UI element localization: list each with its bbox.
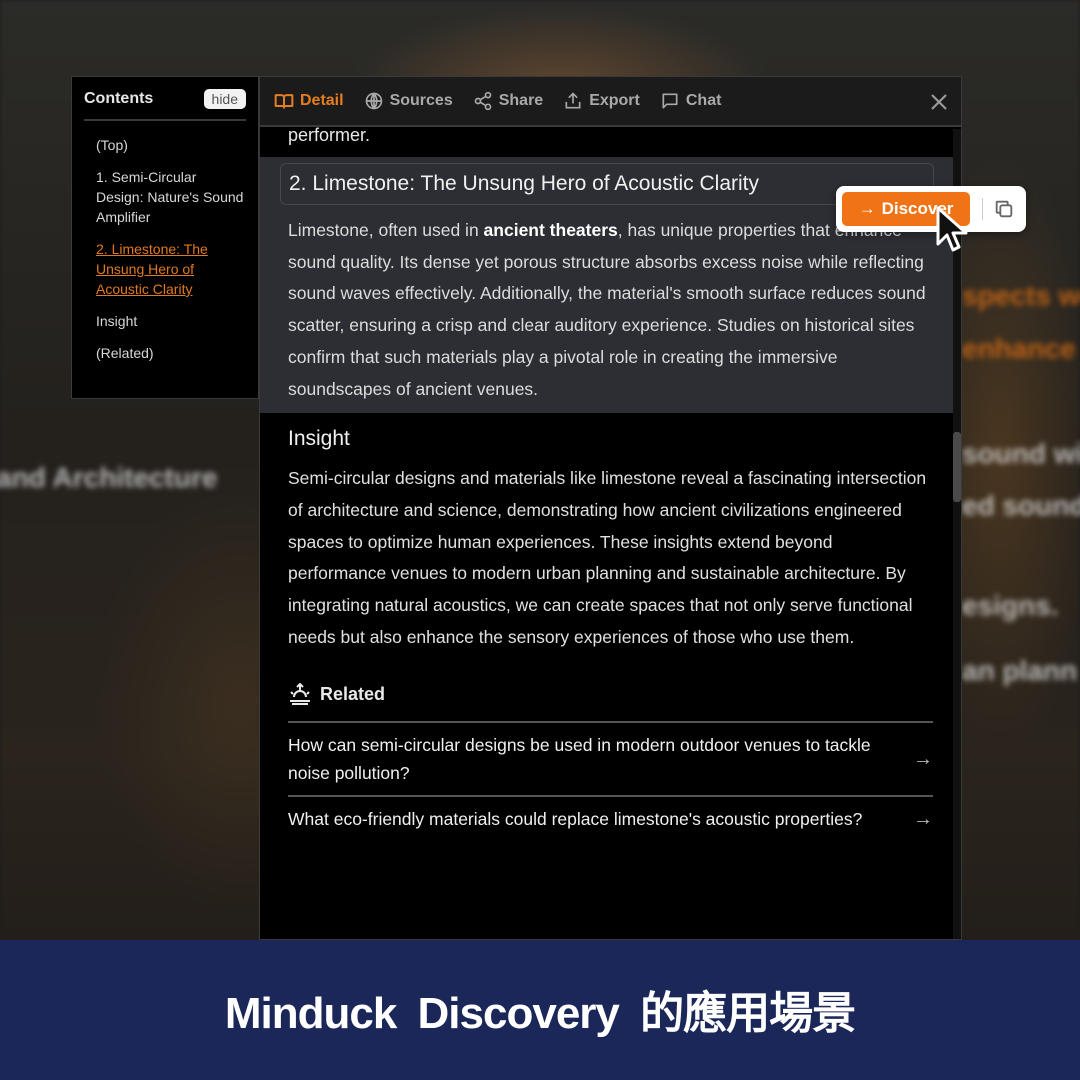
tab-label: Detail xyxy=(300,92,344,109)
share-icon xyxy=(474,91,492,111)
hide-contents-button[interactable]: hide xyxy=(203,89,246,109)
tab-label: Share xyxy=(498,92,544,109)
insight-title: Insight xyxy=(288,427,350,451)
related-title: Related xyxy=(320,683,386,704)
related-icon xyxy=(290,683,310,706)
contents-header: Contents hide xyxy=(84,89,246,121)
scrollbar-thumb[interactable] xyxy=(953,432,961,502)
export-icon xyxy=(565,92,581,109)
background-text: and Architecture xyxy=(0,462,218,493)
background-text: sound wit xyxy=(962,438,1080,469)
related-question-text: What eco-friendly materials could replac… xyxy=(288,809,863,830)
previous-section-tail: performer. xyxy=(288,125,371,145)
related-question[interactable]: How can semi-circular designs be used in… xyxy=(288,721,933,795)
globe-icon xyxy=(365,92,382,110)
article-scroll-area[interactable]: performer. 2. Limestone: The Unsung Hero… xyxy=(260,125,961,939)
caption-banner: Minduck Discovery 的應用場景 xyxy=(0,940,1080,1080)
chat-icon xyxy=(662,93,678,109)
tab-detail[interactable]: Detail xyxy=(274,91,344,111)
tab-bar: Detail Sources Share Export Chat xyxy=(260,77,961,127)
section-body: Limestone, often used in ancient theater… xyxy=(280,215,933,405)
background-text: esigns. xyxy=(962,590,1059,621)
related-header: Related xyxy=(260,653,961,721)
body-text: Limestone, often used in xyxy=(288,220,484,240)
tab-label: Chat xyxy=(685,92,722,109)
arrow-right-icon: → xyxy=(913,747,933,770)
insight-section: Insight Semi-circular designs and materi… xyxy=(260,413,961,653)
arrow-right-icon: → xyxy=(858,199,876,218)
related-question-text: How can semi-circular designs be used in… xyxy=(288,735,871,784)
related-question[interactable]: What eco-friendly materials could replac… xyxy=(288,795,933,841)
table-of-contents: (Top) 1. Semi-Circular Design: Nature's … xyxy=(84,121,246,363)
tab-share[interactable]: Share xyxy=(473,91,543,111)
mouse-cursor-icon xyxy=(936,206,968,252)
copy-icon[interactable] xyxy=(993,198,1015,220)
selection-popup: → Discover xyxy=(836,186,1026,232)
tab-label: Sources xyxy=(389,92,453,109)
bold-phrase: ancient theaters xyxy=(483,220,618,240)
background-text: ed soundsc xyxy=(962,490,1080,521)
banner-title: Minduck Discovery 的應用場景 xyxy=(224,989,856,1038)
arrow-right-icon: → xyxy=(913,807,933,830)
background-text: an plann xyxy=(962,655,1078,686)
toc-item-limestone[interactable]: 2. Limestone: The Unsung Hero of Acousti… xyxy=(96,239,246,299)
close-icon[interactable] xyxy=(927,90,951,114)
book-open-icon xyxy=(274,94,294,109)
toc-item-insight[interactable]: Insight xyxy=(96,311,246,331)
toc-item-top[interactable]: (Top) xyxy=(96,135,246,155)
background-text: enhance s xyxy=(962,333,1080,364)
toc-item-semi-circular-design[interactable]: 1. Semi-Circular Design: Nature's Sound … xyxy=(96,167,246,227)
tab-sources[interactable]: Sources xyxy=(364,91,453,111)
background-text: spects wo xyxy=(962,280,1080,311)
tab-export[interactable]: Export xyxy=(563,91,640,111)
tab-label: Export xyxy=(589,92,640,109)
contents-sidebar: Contents hide (Top) 1. Semi-Circular Des… xyxy=(71,76,259,399)
related-list: How can semi-circular designs be used in… xyxy=(260,721,961,841)
insight-body: Semi-circular designs and materials like… xyxy=(288,468,927,647)
body-text: , has unique properties that enhance sou… xyxy=(288,220,926,399)
popup-divider xyxy=(982,198,983,220)
toc-item-related[interactable]: (Related) xyxy=(96,343,246,363)
contents-title: Contents xyxy=(84,90,154,107)
tab-chat[interactable]: Chat xyxy=(660,91,722,111)
